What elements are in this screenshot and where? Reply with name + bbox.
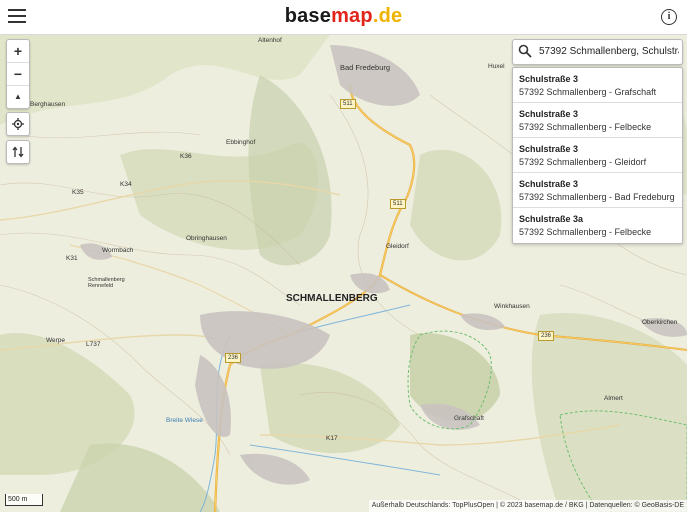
place-label: Berghausen bbox=[30, 101, 66, 108]
road-shield: 511 bbox=[340, 99, 356, 109]
road-shield: 511 bbox=[390, 199, 406, 209]
route-arrows-icon bbox=[12, 146, 24, 158]
search-result-item[interactable]: Schulstraße 3 57392 Schmallenberg - Graf… bbox=[513, 68, 682, 103]
place-label: Grafschaft bbox=[454, 415, 484, 422]
road-label: L737 bbox=[86, 341, 101, 348]
search-result-item[interactable]: Schulstraße 3 57392 Schmallenberg - Bad … bbox=[513, 173, 682, 208]
zoom-controls: + − ▲ bbox=[6, 39, 30, 109]
locate-button[interactable] bbox=[7, 113, 29, 135]
logo-part-map: map bbox=[331, 5, 373, 27]
result-subtitle: 57392 Schmallenberg - Grafschaft bbox=[519, 87, 657, 97]
road-label: K36 bbox=[180, 153, 192, 160]
road-label: K35 bbox=[72, 189, 84, 196]
place-label: Schmallenberg Rennefeld bbox=[88, 277, 125, 289]
search-icon[interactable] bbox=[518, 44, 532, 58]
place-label: Breite Wiese bbox=[166, 417, 203, 424]
scale-bar: 500 m bbox=[5, 494, 43, 506]
result-title: Schulstraße 3 bbox=[519, 179, 579, 189]
info-icon[interactable]: i bbox=[661, 9, 677, 25]
top-bar: basemap.de i bbox=[0, 0, 687, 35]
result-subtitle: 57392 Schmallenberg - Felbecke bbox=[519, 227, 652, 237]
search-result-item[interactable]: Schulstraße 3a 57392 Schmallenberg - Fel… bbox=[513, 208, 682, 243]
compass-button[interactable]: ▲ bbox=[7, 86, 29, 108]
road-shield: 236 bbox=[538, 331, 555, 341]
basemap-logo: basemap.de bbox=[0, 5, 687, 28]
result-title: Schulstraße 3a bbox=[519, 214, 584, 224]
route-control bbox=[6, 140, 30, 164]
result-subtitle: 57392 Schmallenberg - Bad Fredeburg bbox=[519, 192, 675, 202]
place-label: Bad Fredeburg bbox=[340, 63, 391, 72]
locate-icon bbox=[12, 118, 24, 130]
town-label: SCHMALLENBERG bbox=[286, 293, 378, 304]
road-shield: 236 bbox=[225, 353, 242, 363]
place-label: Werpe bbox=[46, 337, 66, 344]
result-subtitle: 57392 Schmallenberg - Felbecke bbox=[519, 122, 652, 132]
zoom-out-button[interactable]: − bbox=[7, 63, 29, 86]
road-label: K34 bbox=[120, 181, 132, 188]
road-label: K17 bbox=[326, 435, 338, 442]
place-label: Winkhausen bbox=[494, 303, 530, 310]
search-result-item[interactable]: Schulstraße 3 57392 Schmallenberg - Felb… bbox=[513, 103, 682, 138]
place-label: Almert bbox=[604, 395, 623, 402]
result-title: Schulstraße 3 bbox=[519, 144, 579, 154]
search-input[interactable] bbox=[539, 42, 679, 60]
road-label: K31 bbox=[66, 255, 78, 262]
place-label: Altenhof bbox=[258, 37, 282, 44]
search-results: Schulstraße 3 57392 Schmallenberg - Graf… bbox=[512, 67, 683, 244]
place-label: Wormbach bbox=[102, 247, 134, 254]
logo-part-base: base bbox=[284, 5, 332, 27]
place-label: Huxel bbox=[488, 63, 505, 70]
route-button[interactable] bbox=[7, 141, 29, 163]
place-label: Obringhausen bbox=[186, 235, 227, 242]
zoom-in-button[interactable]: + bbox=[7, 40, 29, 63]
search-box bbox=[512, 39, 683, 65]
place-label: Gleidorf bbox=[386, 243, 409, 250]
result-subtitle: 57392 Schmallenberg - Gleidorf bbox=[519, 157, 647, 167]
result-title: Schulstraße 3 bbox=[519, 74, 579, 84]
logo-part-de: .de bbox=[372, 5, 403, 27]
place-label: Ebbinghof bbox=[226, 139, 256, 146]
search-result-item[interactable]: Schulstraße 3 57392 Schmallenberg - Glei… bbox=[513, 138, 682, 173]
place-label: Oberkirchen bbox=[642, 319, 678, 326]
locate-control bbox=[6, 112, 30, 136]
attribution: Außerhalb Deutschlands: TopPlusOpen | © … bbox=[368, 500, 687, 512]
result-title: Schulstraße 3 bbox=[519, 109, 579, 119]
